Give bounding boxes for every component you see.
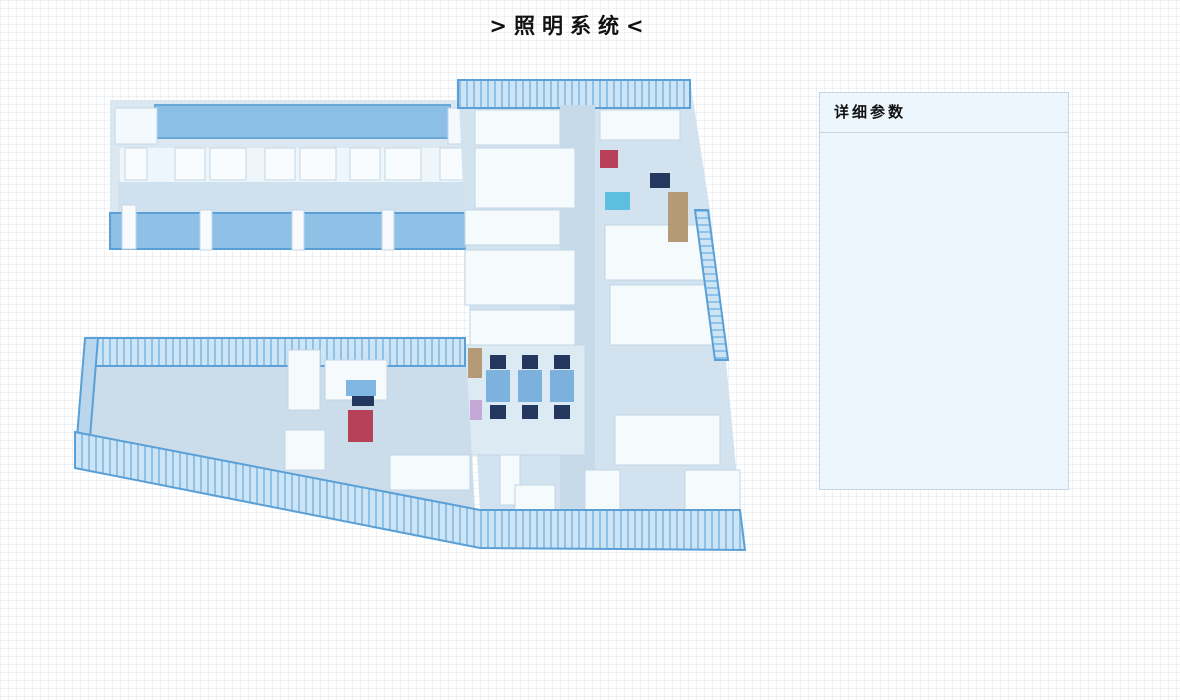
page-title: >照明系统< [489,14,651,38]
north-west-wing[interactable] [109,100,473,251]
central-block[interactable] [457,79,741,511]
details-panel-title: 详细参数 [820,93,1068,133]
details-panel: 详细参数 [819,92,1069,490]
floor-plan-3d-view[interactable] [60,70,760,560]
details-panel-body [820,133,1068,489]
